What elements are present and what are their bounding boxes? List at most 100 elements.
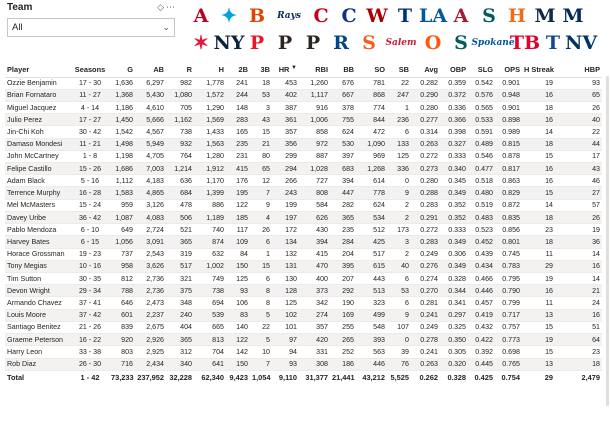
stat-cell: 33 - 38 xyxy=(71,345,109,359)
column-header-slg[interactable]: SLG xyxy=(468,63,495,78)
table-row[interactable]: Rob Diaz 26 - 30 716 2,434 340 641 150 7 93 308 18… xyxy=(5,358,602,371)
player-name-cell: Davey Uribe xyxy=(5,211,71,225)
table-row[interactable]: Miguel Jacquez 4 - 14 1,186 4,610 705 1,290 14… xyxy=(5,101,602,115)
table-row[interactable]: Tim Sutton 30 - 35 812 2,736 321 749 125 6 130 40… xyxy=(5,272,602,286)
column-header-avg[interactable]: Avg xyxy=(411,63,440,78)
table-row[interactable]: Santiago Benitez 21 - 26 839 2,675 404 665 140… xyxy=(5,321,602,335)
stat-cell: 0.457 xyxy=(468,296,495,310)
player-name-cell: Santiago Benitez xyxy=(5,321,71,335)
player-name-cell: Tony Megias xyxy=(5,260,71,274)
stat-cell: 80 xyxy=(250,150,272,164)
column-header-so[interactable]: SO xyxy=(356,63,387,78)
stat-cell: 23 xyxy=(522,223,555,237)
stat-cell: 26 xyxy=(250,223,272,237)
stat-cell: 282 xyxy=(330,199,356,212)
stat-cell: 323 xyxy=(356,296,387,310)
table-row[interactable]: Harvey Bates 6 - 15 1,056 3,091 365 874 109 6 13… xyxy=(5,235,602,249)
table-row[interactable]: Pablo Mendoza 6 - 10 649 2,724 521 740 117 26 17… xyxy=(5,223,602,237)
column-header-player[interactable]: Player xyxy=(5,63,71,78)
table-row[interactable]: Felipe Castillo 15 - 26 1,686 7,003 1,214 1,9… xyxy=(5,162,602,176)
column-header-2b[interactable]: 2B xyxy=(226,63,250,78)
table-row[interactable]: Julio Perez 17 - 27 1,450 5,666 1,162 1,569 28… xyxy=(5,113,602,127)
table-row[interactable]: John McCartney 1 - 8 1,198 4,705 764 1,280 231… xyxy=(5,150,602,164)
stat-cell: 204 xyxy=(330,248,356,261)
stat-cell: 788 xyxy=(109,284,135,298)
table-row[interactable]: Terrence Murphy 16 - 28 1,583 4,865 684 1,399… xyxy=(5,186,602,200)
stat-cell: 274 xyxy=(299,309,330,322)
table-row[interactable]: Jin-Chi Koh 30 - 42 1,542 4,567 738 1,433 165 1… xyxy=(5,125,602,139)
column-header-bb[interactable]: BB xyxy=(330,63,356,78)
player-name-cell: Miguel Jacquez xyxy=(5,101,71,115)
table-row[interactable]: Graeme Peterson 16 - 22 920 2,926 365 813 122 5… xyxy=(5,333,602,347)
column-header-g[interactable]: G xyxy=(109,63,135,78)
column-header-ab[interactable]: AB xyxy=(135,63,166,78)
slicer-title: Team xyxy=(7,2,33,13)
stat-cell: 195 xyxy=(226,186,250,200)
more-options-icon[interactable]: ⋯ xyxy=(166,2,175,16)
table-row[interactable]: Devon Wright 29 - 34 788 2,736 375 738 93 8 128 3… xyxy=(5,284,602,298)
stat-cell: 624 xyxy=(356,199,387,212)
table-row[interactable]: Brian Fornataro 11 - 27 1,368 5,430 1,080 1,5… xyxy=(5,89,602,102)
stat-cell: 738 xyxy=(194,284,226,298)
clear-selection-icon[interactable]: ◇ xyxy=(157,2,164,16)
stat-cell: 803 xyxy=(109,345,135,359)
stat-cell: 755 xyxy=(330,113,356,127)
stat-cell: 40 xyxy=(555,113,602,127)
stat-cell: 37 - 42 xyxy=(71,309,109,322)
astros-logo: H xyxy=(508,5,526,27)
vertical-scrollbar[interactable] xyxy=(606,76,609,406)
twins-logo: M xyxy=(562,5,584,27)
team-slicer[interactable]: Team ◇ ⋯ All ⌄ xyxy=(7,2,175,37)
stat-cell: 15 xyxy=(522,186,555,200)
royals-logo: R xyxy=(333,32,349,54)
total-cell: 237,952 xyxy=(135,369,166,385)
slicer-header-icons: ◇ ⋯ xyxy=(157,2,175,16)
table-row[interactable]: Damaso Mondesi 11 - 21 1,498 5,949 932 1,563 2… xyxy=(5,138,602,151)
column-header-h[interactable]: H xyxy=(194,63,226,78)
stat-cell: 0.576 xyxy=(468,89,495,102)
column-header-hr[interactable]: HR ▼ xyxy=(272,63,299,78)
stat-cell: 0.546 xyxy=(468,150,495,164)
stat-cell: 6 xyxy=(387,296,411,310)
stat-cell: 0.434 xyxy=(468,260,495,274)
table-row[interactable]: Davey Uribe 36 - 42 1,087 4,083 506 1,189 185 4… xyxy=(5,211,602,225)
table-row[interactable]: Louis Moore 37 - 42 601 2,237 240 539 83 5 102 27… xyxy=(5,309,602,322)
stat-cell: 84 xyxy=(226,248,250,261)
chevron-down-icon[interactable]: ⌄ xyxy=(162,19,170,36)
column-header-ops[interactable]: OPS xyxy=(495,63,522,78)
stat-cell: 169 xyxy=(330,309,356,322)
stat-cell: 0.745 xyxy=(495,248,522,261)
stat-cell: 472 xyxy=(356,125,387,139)
column-header-h-streak[interactable]: H Streak xyxy=(522,63,555,78)
orioles-logo: B xyxy=(248,5,266,27)
column-header-r[interactable]: R xyxy=(166,63,194,78)
stat-cell: 336 xyxy=(387,162,411,176)
column-header-label: Avg xyxy=(424,65,438,75)
column-header-sb[interactable]: SB xyxy=(387,63,411,78)
table-row[interactable]: Horace Grossman 19 - 23 737 2,543 319 632 84 1 1… xyxy=(5,248,602,261)
stat-cell: 2 xyxy=(387,248,411,261)
stat-cell: 1,056 xyxy=(109,235,135,249)
stat-cell: 0.533 xyxy=(468,113,495,127)
table-row[interactable]: Adam Black 5 - 16 1,112 4,183 636 1,170 176 12 2… xyxy=(5,174,602,188)
stat-cell: 2 xyxy=(387,211,411,225)
column-header-label: AB xyxy=(153,65,164,75)
stat-cell: 19 xyxy=(522,272,555,286)
table-row[interactable]: Tony Megias 10 - 16 958 3,626 517 1,002 150 15 1… xyxy=(5,260,602,274)
stat-cell: 18 xyxy=(522,138,555,151)
column-header-seasons[interactable]: Seasons xyxy=(71,63,109,78)
column-header-obp[interactable]: OBP xyxy=(440,63,468,78)
table-row[interactable]: Mel McMasters 15 - 24 959 3,126 478 886 122 9 19… xyxy=(5,199,602,212)
column-header-rbi[interactable]: RBI xyxy=(299,63,330,78)
table-row[interactable]: Ozzie Benjamin 17 - 30 1,636 6,297 982 1,778 2… xyxy=(5,77,602,90)
team-dropdown[interactable]: All ⌄ xyxy=(7,18,175,37)
stat-cell: 749 xyxy=(194,272,226,286)
table-row[interactable]: Armando Chavez 37 - 41 646 2,473 348 694 106 8 1… xyxy=(5,296,602,310)
table-row[interactable]: Harry Leon 33 - 38 803 2,925 312 704 142 10 94 33… xyxy=(5,345,602,359)
column-header-3b[interactable]: 3B xyxy=(250,63,272,78)
stat-cell: 425 xyxy=(356,235,387,249)
stat-cell: 15 - 24 xyxy=(71,199,109,212)
column-header-hbp[interactable]: HBP xyxy=(555,63,602,78)
stat-cell: 2,237 xyxy=(135,309,166,322)
stat-cell: 397 xyxy=(330,150,356,164)
